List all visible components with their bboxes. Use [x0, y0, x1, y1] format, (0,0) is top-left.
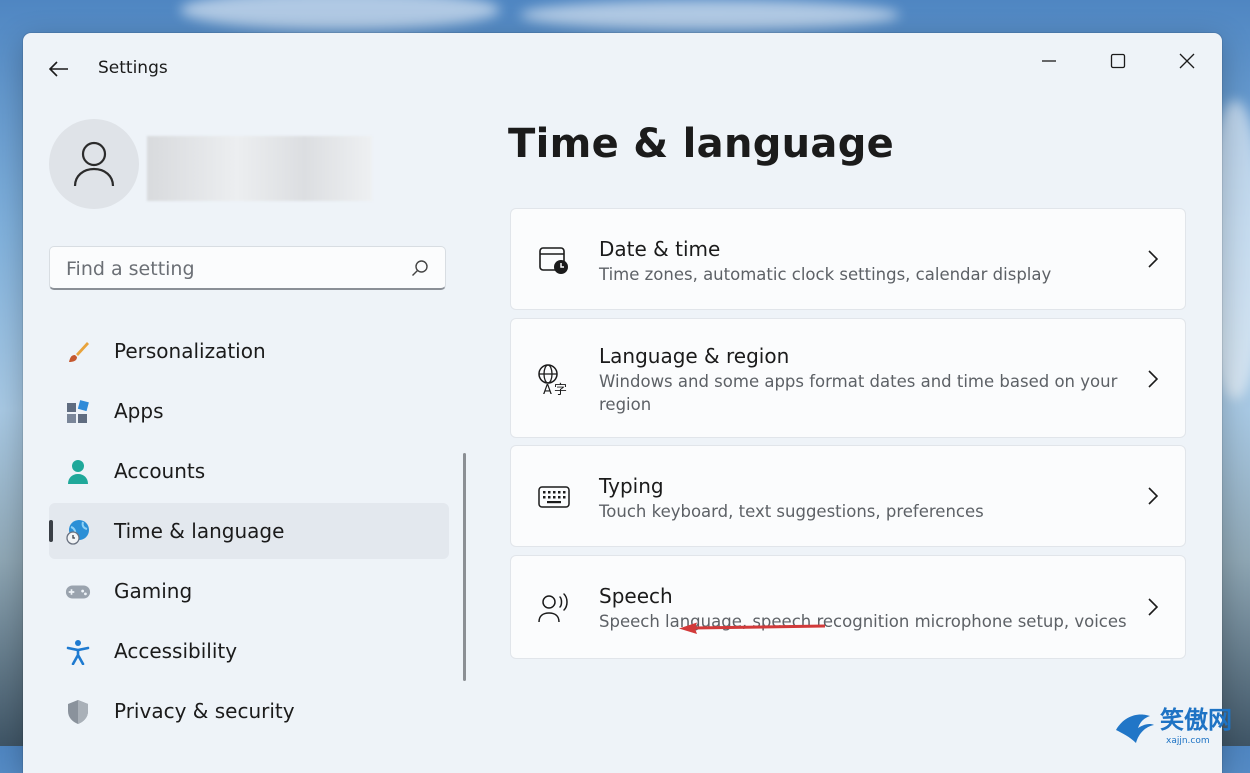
maximize-icon	[1110, 53, 1126, 69]
speech-icon	[537, 591, 571, 625]
chevron-right-icon	[1145, 597, 1161, 617]
svg-text:字: 字	[554, 383, 567, 395]
minimize-button[interactable]	[1026, 45, 1072, 77]
close-icon	[1179, 53, 1195, 69]
card-title: Speech	[599, 584, 673, 608]
card-typing[interactable]: Typing Touch keyboard, text suggestions,…	[510, 445, 1186, 547]
sidebar-item-accounts[interactable]: Accounts	[49, 443, 449, 499]
shield-icon	[65, 699, 91, 725]
card-description: Windows and some apps format dates and t…	[599, 372, 1118, 414]
gamepad-icon	[65, 579, 91, 605]
sidebar-item-label: Privacy & security	[114, 699, 295, 723]
app-title: Settings	[98, 58, 168, 78]
chevron-right-icon	[1145, 486, 1161, 506]
watermark-subtext: xajjn.com	[1166, 736, 1210, 746]
sidebar-item-label: Accounts	[114, 459, 206, 483]
person-icon	[65, 459, 91, 485]
search-input[interactable]	[64, 247, 398, 291]
wallpaper-cloud	[520, 0, 900, 30]
minimize-icon	[1042, 60, 1056, 62]
card-language-region[interactable]: A字 Language & region Windows and some ap…	[510, 318, 1186, 438]
sidebar-item-time-language[interactable]: Time & language	[49, 503, 449, 559]
close-button[interactable]	[1164, 45, 1210, 77]
sidebar-nav: Personalization Apps Accounts Time & lan…	[49, 323, 449, 743]
apps-icon	[65, 399, 91, 425]
maximize-button[interactable]	[1095, 45, 1141, 77]
card-title: Date & time	[599, 237, 721, 261]
card-description: Time zones, automatic clock settings, ca…	[599, 265, 1052, 284]
svg-text:A: A	[543, 383, 552, 395]
back-arrow-icon	[49, 61, 68, 77]
brush-icon	[65, 339, 91, 365]
sidebar-item-label: Apps	[114, 399, 164, 423]
back-button[interactable]	[45, 55, 73, 83]
language-icon: A字	[537, 362, 571, 396]
sidebar-item-gaming[interactable]: Gaming	[49, 563, 449, 619]
card-title: Language & region	[599, 344, 790, 368]
selection-indicator	[49, 520, 53, 542]
card-description: Touch keyboard, text suggestions, prefer…	[599, 502, 984, 521]
annotation-arrow	[679, 622, 826, 634]
sidebar-item-label: Personalization	[114, 339, 266, 363]
search-icon	[412, 260, 428, 276]
card-speech[interactable]: Speech Speech language, speech recogniti…	[510, 555, 1186, 659]
sidebar-item-personalization[interactable]: Personalization	[49, 323, 449, 379]
keyboard-icon	[537, 480, 571, 514]
sidebar-item-label: Gaming	[114, 579, 193, 603]
watermark-logo: 笑傲网 xajjn.com	[1112, 700, 1250, 746]
sidebar-item-accessibility[interactable]: Accessibility	[49, 623, 449, 679]
accessibility-icon	[65, 639, 91, 665]
globe-clock-icon	[65, 519, 91, 545]
sidebar-item-label: Accessibility	[114, 639, 238, 663]
sidebar-item-label: Time & language	[114, 519, 285, 543]
search-box[interactable]	[49, 246, 446, 291]
calendar-clock-icon	[537, 243, 571, 277]
wallpaper-cloud	[180, 0, 500, 30]
card-date-time[interactable]: Date & time Time zones, automatic clock …	[510, 208, 1186, 310]
sidebar-scrollbar[interactable]	[463, 453, 466, 681]
chevron-right-icon	[1145, 369, 1161, 389]
card-title: Typing	[599, 474, 664, 498]
user-name-blurred	[147, 136, 372, 201]
avatar[interactable]	[49, 119, 139, 209]
watermark-text: 笑傲网	[1160, 706, 1232, 734]
title-bar: Settings	[23, 33, 1222, 103]
sidebar-item-apps[interactable]: Apps	[49, 383, 449, 439]
sidebar-item-privacy-security[interactable]: Privacy & security	[49, 683, 449, 739]
user-icon	[73, 141, 115, 187]
chevron-right-icon	[1145, 249, 1161, 269]
page-title: Time & language	[508, 121, 895, 167]
settings-window: Settings Personalization Apps	[23, 33, 1222, 773]
